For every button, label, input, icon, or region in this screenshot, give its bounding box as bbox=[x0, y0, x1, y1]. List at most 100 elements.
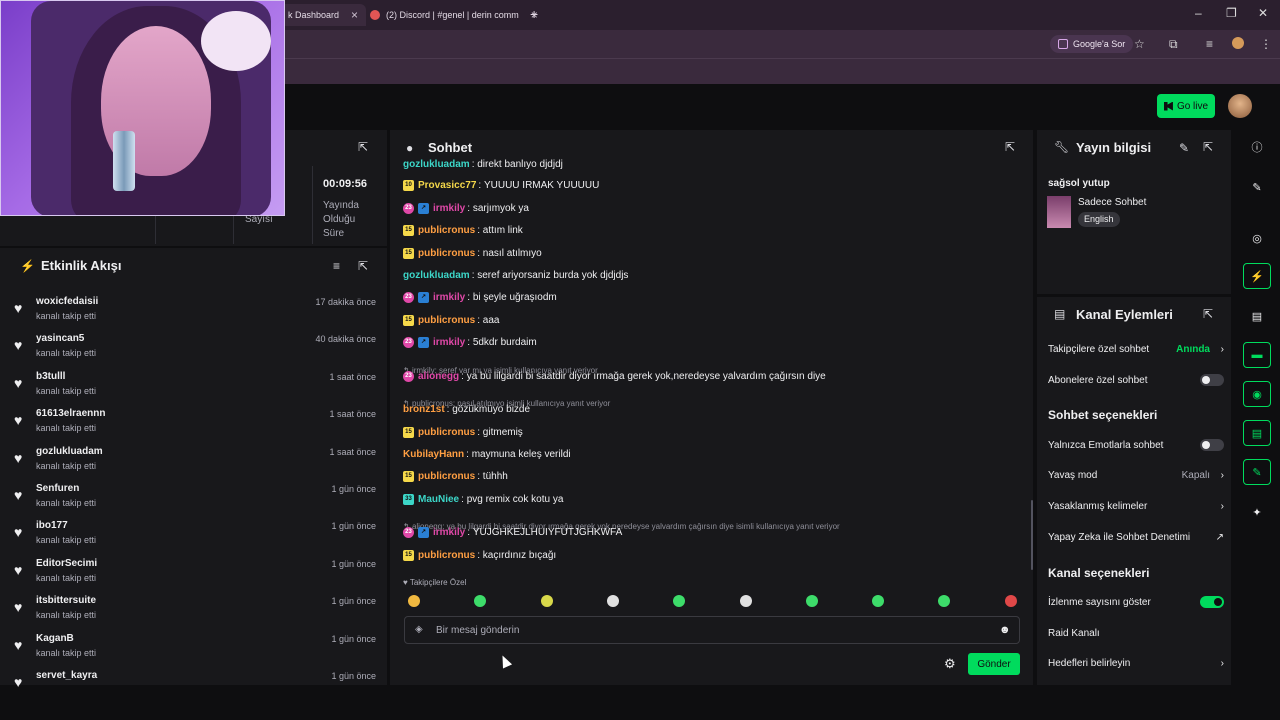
chat-message[interactable]: gozlukluadam: seref ariyorsaniz burda yo… bbox=[403, 270, 628, 281]
emote-icon[interactable] bbox=[673, 595, 686, 607]
scrollbar[interactable] bbox=[1031, 500, 1033, 570]
chat-message[interactable]: 15 publicronus: attım link bbox=[403, 225, 523, 236]
chat-username[interactable]: publicronus bbox=[418, 315, 475, 326]
edit-icon[interactable]: ✎ bbox=[1179, 141, 1189, 155]
chat-message[interactable]: gozlukluadam: direkt banlıyo djdjdj bbox=[403, 159, 563, 170]
chat-username[interactable]: MauNiee bbox=[418, 494, 459, 505]
goals-row[interactable]: Hedefleri belirleyin › bbox=[1048, 658, 1224, 669]
popout-icon[interactable]: ⇱ bbox=[358, 259, 368, 273]
extensions-icon[interactable]: ✦ bbox=[1243, 499, 1271, 525]
popout-icon[interactable]: ⇱ bbox=[358, 140, 368, 154]
chat-username[interactable]: irmkily bbox=[433, 527, 465, 538]
chat-message[interactable]: 15 publicronus: tühhh bbox=[403, 471, 508, 482]
window-close-icon[interactable]: ✕ bbox=[1258, 6, 1268, 20]
chat-username[interactable]: publicronus bbox=[418, 248, 475, 259]
chat-message[interactable]: 15 publicronus: aaa bbox=[403, 315, 499, 326]
chat-message[interactable]: 15 publicronus: kaçırdınız bıçağı bbox=[403, 550, 556, 561]
chat-username[interactable]: alionegg bbox=[418, 371, 459, 382]
chat-settings-icon[interactable]: ⚙ bbox=[944, 656, 956, 672]
popout-icon[interactable]: ⇱ bbox=[1203, 140, 1213, 154]
media-icon[interactable]: ≡ bbox=[1206, 37, 1213, 51]
extensions-icon[interactable]: ⧉ bbox=[1169, 37, 1178, 52]
chat-message[interactable]: 23 ↗ irmkily: 5dkdr burdaim bbox=[403, 337, 537, 348]
close-icon[interactable]: × bbox=[351, 8, 358, 22]
chat-message[interactable]: 15 publicronus: gitmemiş bbox=[403, 427, 523, 438]
chat-input[interactable]: ◈ Bir mesaj gönderin ☻ bbox=[404, 616, 1020, 644]
emote-icon[interactable] bbox=[739, 595, 752, 607]
profile-avatar[interactable] bbox=[1232, 37, 1244, 49]
chat-message[interactable]: 15 publicronus: nasıl atılmıyo bbox=[403, 248, 542, 259]
chat-username[interactable]: irmkily bbox=[433, 337, 465, 348]
bolt-icon[interactable]: ⚡ bbox=[1243, 263, 1271, 289]
chat-message[interactable]: 23 ↗ irmkily: bi şeyle uğraşıodm bbox=[403, 292, 557, 303]
camera-icon[interactable]: ◎ bbox=[1243, 225, 1271, 251]
minimize-icon[interactable]: – bbox=[1195, 6, 1202, 20]
emote-icon[interactable] bbox=[408, 595, 420, 607]
chat-message[interactable]: 10 Provasicc77: YUUUU IRMAK YUUUUU bbox=[403, 180, 599, 191]
followers-only-chat-row[interactable]: Takipçilere özel sohbet Anında › bbox=[1048, 344, 1224, 355]
maximize-icon[interactable]: ❐ bbox=[1226, 6, 1237, 20]
chat-username[interactable]: publicronus bbox=[418, 471, 475, 482]
emote-picker-icon[interactable]: ☻ bbox=[999, 624, 1011, 636]
go-live-button[interactable]: Go live bbox=[1157, 94, 1215, 118]
raid-row[interactable]: Raid Kanalı bbox=[1048, 628, 1224, 639]
list-item[interactable]: ♥ EditorSecimi kanalı takip etti 1 gün önce bbox=[0, 556, 387, 593]
slow-mode-row[interactable]: Yavaş mod Kapalı › bbox=[1048, 470, 1224, 481]
show-viewers-toggle[interactable] bbox=[1200, 596, 1224, 608]
chat-username[interactable]: publicronus bbox=[418, 550, 475, 561]
chat-message[interactable]: 33 MauNiee: pvg remix cok kotu ya bbox=[403, 494, 563, 505]
category-thumbnail[interactable] bbox=[1047, 196, 1071, 228]
language-tag[interactable]: English bbox=[1078, 212, 1120, 227]
channel-actions-icon[interactable]: ▤ bbox=[1243, 420, 1271, 446]
emote-icon[interactable] bbox=[805, 595, 818, 607]
chat-username[interactable]: gozlukluadam bbox=[403, 159, 470, 170]
emote-icon[interactable] bbox=[872, 595, 885, 607]
emote-icon[interactable] bbox=[606, 595, 619, 607]
list-item[interactable]: ♥ woxicfedaisii kanalı takip etti 17 dakika… bbox=[0, 294, 387, 331]
emote-icon[interactable] bbox=[540, 595, 553, 607]
list-item[interactable]: ♥ KaganB kanalı takip etti 1 gün önce bbox=[0, 631, 387, 668]
chat-username[interactable]: Provasicc77 bbox=[418, 180, 476, 191]
category-name[interactable]: Sadece Sohbet bbox=[1078, 197, 1146, 208]
chat-message[interactable]: 23 alionegg: ya bu lilgardi bi saatdir di… bbox=[403, 371, 826, 382]
list-item[interactable]: ♥ servet_kayra 1 gün önce bbox=[0, 668, 387, 705]
chat-username[interactable]: bronz1st bbox=[403, 404, 445, 415]
emote-icon[interactable] bbox=[1004, 595, 1017, 607]
send-button[interactable]: Gönder bbox=[968, 653, 1020, 675]
info-icon[interactable]: ⓘ bbox=[1243, 134, 1271, 160]
list-item[interactable]: ♥ gozlukluadam kanalı takip etti 1 saat önc… bbox=[0, 444, 387, 481]
google-ask-button[interactable]: Google'a Sor bbox=[1050, 35, 1134, 53]
chat-message[interactable]: bronz1st: gözükmüyo bizde bbox=[403, 404, 530, 415]
chat-message[interactable]: KubilayHann: maymuna keleş verildi bbox=[403, 449, 571, 460]
ai-moderation-row[interactable]: Yapay Zeka ile Sohbet Denetimi ↗ bbox=[1048, 532, 1224, 543]
browser-tab-dashboard[interactable]: k Dashboard × bbox=[280, 4, 367, 26]
notes-icon[interactable]: ▤ bbox=[1243, 303, 1271, 329]
chat-message[interactable]: 23 ↗ irmkily: sarjımyok ya bbox=[403, 203, 529, 214]
chat-message[interactable]: 23 ↗ irmkily: YUJGHKEJLHUIYFUTJGHKWFA bbox=[403, 527, 622, 538]
chat-username[interactable]: publicronus bbox=[418, 427, 475, 438]
subs-only-toggle[interactable] bbox=[1200, 374, 1224, 386]
broadcast-icon[interactable]: ◉ bbox=[1243, 381, 1271, 407]
new-tab-icon[interactable]: + bbox=[530, 6, 538, 22]
browser-tab-discord[interactable]: (2) Discord | #genel | derin comm × bbox=[362, 4, 546, 26]
list-item[interactable]: ♥ ibo177 kanalı takip etti 1 gün önce bbox=[0, 518, 387, 555]
list-item[interactable]: ♥ yasincan5 kanalı takip etti 40 dakika önc… bbox=[0, 331, 387, 368]
chat-username[interactable]: irmkily bbox=[433, 292, 465, 303]
emote-icon[interactable] bbox=[938, 595, 951, 607]
more-icon[interactable]: ⋮ bbox=[1260, 37, 1272, 51]
chat-username[interactable]: KubilayHann bbox=[403, 449, 464, 460]
chat-username[interactable]: irmkily bbox=[433, 203, 465, 214]
popout-icon[interactable]: ⇱ bbox=[1005, 140, 1015, 154]
list-item[interactable]: ♥ itsbittersuite kanalı takip etti 1 gün ön… bbox=[0, 593, 387, 630]
chat-icon[interactable]: ▬ bbox=[1243, 342, 1271, 368]
banned-words-row[interactable]: Yasaklanmış kelimeler › bbox=[1048, 501, 1224, 512]
list-item[interactable]: ♥ 61613elraennn kanalı takip etti 1 saat ön… bbox=[0, 406, 387, 443]
pencil-icon[interactable]: ✎ bbox=[1243, 174, 1271, 200]
filter-icon[interactable]: ≡ bbox=[333, 259, 340, 273]
chat-username[interactable]: gozlukluadam bbox=[403, 270, 470, 281]
emote-only-toggle[interactable] bbox=[1200, 439, 1224, 451]
avatar[interactable] bbox=[1228, 94, 1252, 118]
star-icon[interactable]: ☆ bbox=[1134, 37, 1145, 51]
emote-icon[interactable] bbox=[474, 595, 487, 607]
list-item[interactable]: ♥ b3tulll kanalı takip etti 1 saat önce bbox=[0, 369, 387, 406]
